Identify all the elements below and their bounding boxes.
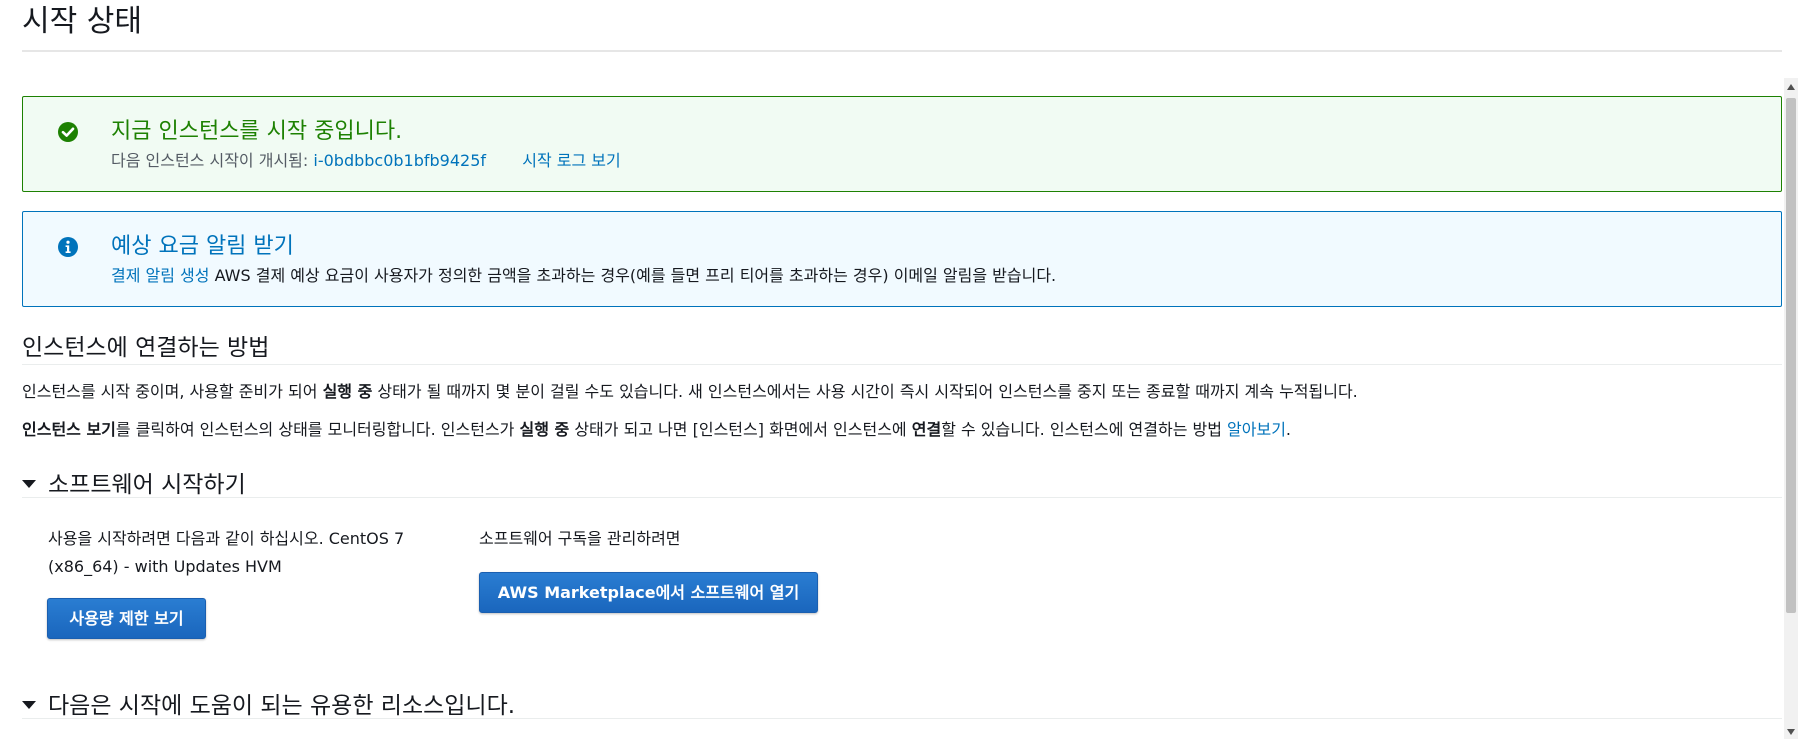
info-text: AWS 결제 예상 요금이 사용자가 정의한 금액을 초과하는 경우(예를 들면… bbox=[214, 266, 1057, 285]
connect-paragraph-1: 인스턴스를 시작 중이며, 사용할 준비가 되어 실행 중 상태가 될 때까지 … bbox=[22, 378, 1358, 402]
p2-text-b: 를 클릭하여 인스턴스의 상태를 모니터링합니다. 인스턴스가 bbox=[115, 420, 520, 439]
connect-divider bbox=[22, 364, 1782, 365]
view-launch-log-link[interactable]: 시작 로그 보기 bbox=[522, 151, 621, 170]
info-heading: 예상 요금 알림 받기 bbox=[111, 234, 294, 259]
p2-text-d: 상태가 되고 나면 [인스턴스] 화면에서 인스턴스에 bbox=[569, 420, 912, 439]
success-text: 다음 인스턴스 시작이 개시됨: bbox=[111, 151, 309, 170]
launch-status-page: 시작 상태 지금 인스턴스를 시작 중입니다. 다음 인스턴스 시작이 개시됨:… bbox=[22, 0, 1782, 719]
scroll-down-arrow-icon[interactable] bbox=[1787, 729, 1795, 735]
launch-success-alert: 지금 인스턴스를 시작 중입니다. 다음 인스턴스 시작이 개시됨: i-0bd… bbox=[22, 96, 1782, 192]
p2-bold-running: 실행 중 bbox=[519, 420, 570, 439]
instance-id-link[interactable]: i-0bdbbc0b1bfb9425f bbox=[313, 151, 486, 170]
software-right-text: 소프트웨어 구독을 관리하려면 bbox=[479, 529, 681, 548]
p2-text-g: . bbox=[1285, 420, 1292, 439]
create-billing-alert-link[interactable]: 결제 알림 생성 bbox=[111, 266, 210, 285]
software-left-text: 사용을 시작하려면 다음과 같이 하십시오. CentOS 7 (x86_64)… bbox=[48, 525, 404, 581]
p1-bold-running: 실행 중 bbox=[322, 382, 373, 401]
p2-bold-connect: 연결 bbox=[911, 420, 942, 439]
success-body: 다음 인스턴스 시작이 개시됨: i-0bdbbc0b1bfb9425f 시작 … bbox=[111, 147, 621, 171]
connect-paragraph-2: 인스턴스 보기를 클릭하여 인스턴스의 상태를 모니터링합니다. 인스턴스가 실… bbox=[22, 416, 1291, 440]
page-title: 시작 상태 bbox=[22, 0, 1782, 52]
p2-bold-view-instances: 인스턴스 보기 bbox=[22, 420, 116, 439]
p1-text-c: 상태가 될 때까지 몇 분이 걸릴 수도 있습니다. 새 인스턴스에서는 사용 … bbox=[372, 382, 1358, 401]
resources-section-toggle[interactable]: 다음은 시작에 도움이 되는 유용한 리소스입니다. bbox=[22, 686, 515, 720]
resources-divider bbox=[22, 718, 1782, 719]
billing-alert-info: 예상 요금 알림 받기 결제 알림 생성 AWS 결제 예상 요금이 사용자가 … bbox=[22, 211, 1782, 307]
check-circle-icon bbox=[58, 122, 78, 142]
resources-heading: 다음은 시작에 도움이 되는 유용한 리소스입니다. bbox=[48, 693, 516, 719]
vertical-scrollbar[interactable] bbox=[1784, 78, 1798, 739]
success-heading: 지금 인스턴스를 시작 중입니다. bbox=[111, 119, 403, 144]
learn-more-link[interactable]: 알아보기 bbox=[1227, 420, 1286, 439]
open-aws-marketplace-button[interactable]: AWS Marketplace에서 소프트웨어 열기 bbox=[479, 572, 818, 613]
caret-down-icon bbox=[22, 700, 36, 709]
connect-heading: 인스턴스에 연결하는 방법 bbox=[22, 335, 270, 361]
software-heading: 소프트웨어 시작하기 bbox=[48, 472, 246, 498]
view-usage-limits-button[interactable]: 사용량 제한 보기 bbox=[47, 598, 206, 639]
software-divider bbox=[22, 497, 1782, 498]
software-section-toggle[interactable]: 소프트웨어 시작하기 bbox=[22, 465, 246, 499]
p1-text-a: 인스턴스를 시작 중이며, 사용할 준비가 되어 bbox=[22, 382, 323, 401]
software-left-line2: (x86_64) - with Updates HVM bbox=[48, 557, 282, 576]
software-left-line1: 사용을 시작하려면 다음과 같이 하십시오. CentOS 7 bbox=[48, 529, 405, 548]
scroll-up-arrow-icon[interactable] bbox=[1787, 84, 1795, 90]
scrollbar-thumb[interactable] bbox=[1786, 98, 1796, 613]
p2-text-f: 할 수 있습니다. 인스턴스에 연결하는 방법 bbox=[941, 420, 1228, 439]
caret-down-icon bbox=[22, 479, 36, 488]
info-icon bbox=[58, 237, 78, 257]
info-body: 결제 알림 생성 AWS 결제 예상 요금이 사용자가 정의한 금액을 초과하는… bbox=[111, 262, 1056, 286]
